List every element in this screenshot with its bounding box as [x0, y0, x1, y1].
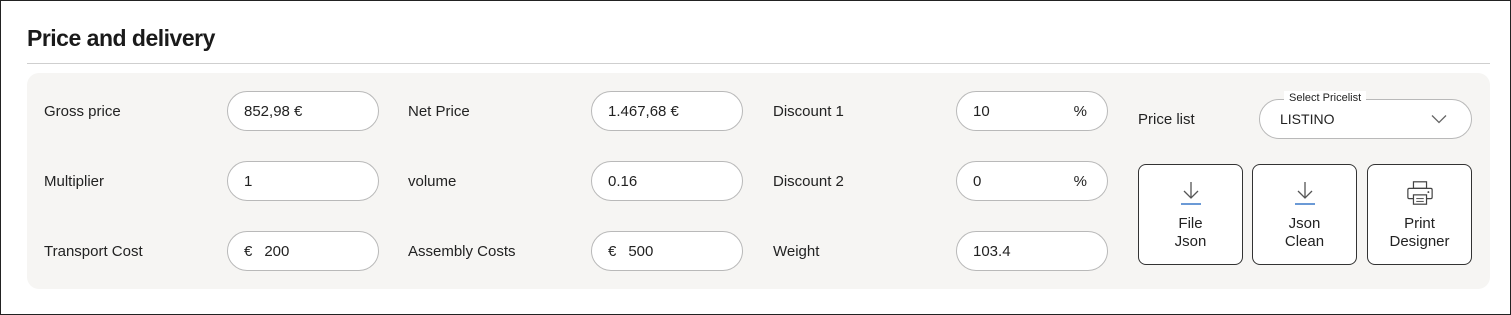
net-price-label: Net Price	[408, 103, 470, 120]
json-clean-button[interactable]: Json Clean	[1252, 164, 1357, 265]
json-clean-label: Json Clean	[1284, 215, 1325, 250]
multiplier-value: 1	[244, 172, 253, 190]
weight-label: Weight	[773, 243, 820, 260]
assembly-costs-value: 500	[628, 242, 654, 260]
pricelist-legend: Select Pricelist	[1284, 91, 1367, 105]
price-delivery-card: Price and delivery Gross price 852,98 € …	[0, 0, 1511, 315]
net-price-field[interactable]: 1.467,68 €	[591, 91, 743, 131]
gross-price-label: Gross price	[44, 103, 121, 120]
section-title: Price and delivery	[27, 25, 215, 51]
file-json-label: File Json	[1174, 215, 1207, 250]
volume-field[interactable]: 0.16	[591, 161, 743, 201]
pricelist-select[interactable]: Select Pricelist LISTINO	[1259, 91, 1472, 139]
transport-cost-field[interactable]: € 200	[227, 231, 379, 271]
discount1-value: 10	[973, 102, 990, 120]
transport-cost-label: Transport Cost	[44, 243, 143, 260]
printer-icon	[1406, 179, 1434, 207]
download-icon	[1291, 179, 1319, 207]
discount1-field[interactable]: 10 %	[956, 91, 1108, 131]
multiplier-field[interactable]: 1	[227, 161, 379, 201]
percent-suffix: %	[1073, 102, 1087, 120]
net-price-value: 1.467,68 €	[608, 102, 679, 120]
discount1-label: Discount 1	[773, 103, 844, 120]
euro-prefix: €	[244, 242, 253, 260]
multiplier-label: Multiplier	[44, 173, 105, 190]
weight-value: 103.4	[973, 242, 1011, 260]
gross-price-value: 852,98 €	[244, 102, 303, 120]
assembly-costs-label: Assembly Costs	[408, 243, 516, 260]
chevron-down-icon	[1431, 114, 1447, 124]
price-list-label: Price list	[1138, 111, 1195, 128]
volume-value: 0.16	[608, 172, 638, 190]
euro-prefix: €	[608, 242, 617, 260]
discount2-field[interactable]: 0 %	[956, 161, 1108, 201]
assembly-costs-field[interactable]: € 500	[591, 231, 743, 271]
percent-suffix: %	[1073, 172, 1087, 190]
discount2-value: 0	[973, 172, 982, 190]
weight-field[interactable]: 103.4	[956, 231, 1108, 271]
divider	[27, 63, 1490, 64]
file-json-button[interactable]: File Json	[1138, 164, 1243, 265]
download-icon	[1177, 179, 1205, 207]
print-designer-button[interactable]: Print Designer	[1367, 164, 1472, 265]
print-designer-label: Print Designer	[1389, 215, 1450, 250]
volume-label: volume	[408, 173, 457, 190]
discount2-label: Discount 2	[773, 173, 844, 190]
transport-cost-value: 200	[264, 242, 290, 260]
gross-price-field[interactable]: 852,98 €	[227, 91, 379, 131]
pricelist-selected: LISTINO	[1280, 111, 1335, 127]
